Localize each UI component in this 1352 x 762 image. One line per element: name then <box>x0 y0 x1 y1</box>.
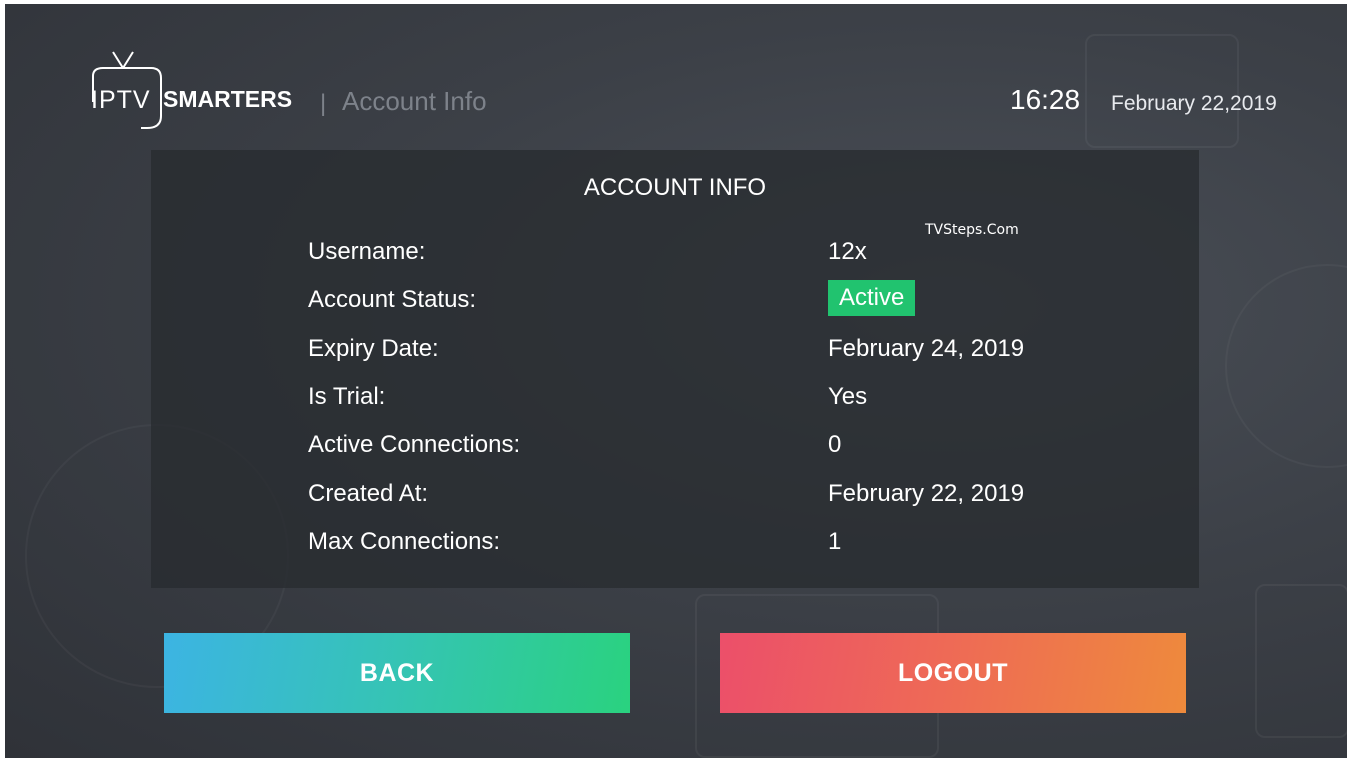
background-decoration <box>1085 34 1239 148</box>
iptv-smarters-logo: IPTV SMARTERS <box>85 46 305 136</box>
logout-button[interactable]: LOGOUT <box>720 633 1186 713</box>
logout-button-label: LOGOUT <box>898 658 1008 687</box>
max-connections-label: Max Connections: <box>308 528 501 555</box>
panel-title: ACCOUNT INFO <box>583 174 767 201</box>
account-status-badge: Active <box>828 280 916 316</box>
clock-time: 16:28 <box>1010 84 1081 115</box>
background-decoration <box>1255 584 1347 738</box>
account-info-panel: ACCOUNT INFO TVSteps.Com Username: 12x A… <box>151 150 1199 588</box>
expiry-date-value: February 24, 2019 <box>828 335 1025 362</box>
tv-screen: IPTV SMARTERS | Account Info 16:28 Febru… <box>5 4 1347 758</box>
is-trial-label: Is Trial: <box>308 383 386 410</box>
header-separator: | <box>320 90 327 117</box>
back-button-label: BACK <box>359 658 435 687</box>
expiry-date-label: Expiry Date: <box>308 335 439 362</box>
current-date: February 22,2019 <box>1111 92 1277 115</box>
active-connections-label: Active Connections: <box>308 431 521 458</box>
logo-iptv-text: IPTV <box>91 86 151 114</box>
created-at-label: Created At: <box>308 480 429 507</box>
page-title: Account Info <box>342 86 487 116</box>
username-label: Username: <box>308 238 426 265</box>
max-connections-value: 1 <box>828 528 842 555</box>
account-status-label: Account Status: <box>308 286 477 313</box>
watermark-text: TVSteps.Com <box>925 222 1019 238</box>
created-at-value: February 22, 2019 <box>828 480 1025 507</box>
active-connections-value: 0 <box>828 431 842 458</box>
username-value: 12x <box>828 238 867 265</box>
is-trial-value: Yes <box>828 383 868 410</box>
logo-smarters-text: SMARTERS <box>163 86 293 112</box>
back-button[interactable]: BACK <box>164 633 630 713</box>
background-decoration <box>1225 264 1347 468</box>
